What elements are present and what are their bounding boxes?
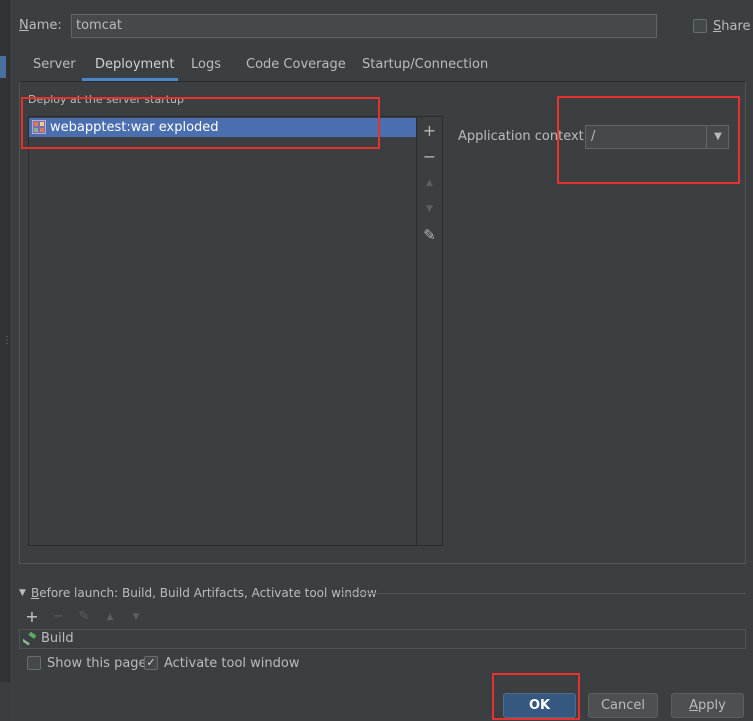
deploy-section-title: Deploy at the server startup [28,93,185,106]
tab-code-coverage[interactable]: Code Coverage [246,55,346,79]
cancel-button[interactable]: Cancel [588,693,658,718]
application-context-value: / [591,129,596,144]
task-up-icon[interactable]: ▲ [102,607,118,627]
before-launch-title[interactable]: Before launch: Build, Build Artifacts, A… [31,584,377,602]
activate-tool-window-label[interactable]: Activate tool window [164,655,299,673]
chevron-down-icon[interactable]: ▼ [707,126,729,148]
artifact-list[interactable] [28,116,417,546]
name-input-value: tomcat [76,18,122,33]
left-panel-footer [0,682,10,721]
before-launch-task-list[interactable]: Build [19,629,746,649]
add-artifact-icon[interactable]: + [417,120,442,144]
build-hammer-icon [23,632,37,646]
war-artifact-icon [32,120,46,134]
activate-tool-window-checkbox[interactable]: ✓ [144,656,158,670]
ok-button[interactable]: OK [503,693,576,718]
share-checkbox[interactable] [693,19,707,33]
name-label-text: ame: [28,18,62,33]
tab-startup-connection[interactable]: Startup/Connection [362,55,488,79]
edit-task-icon[interactable]: ✎ [76,607,92,627]
remove-artifact-icon[interactable]: − [417,146,442,170]
apply-mnemonic: A [689,698,699,713]
tab-server[interactable]: Server [33,55,76,79]
application-context-label: Application context: [458,129,589,144]
name-label: Name: [19,17,62,35]
add-task-icon[interactable]: + [24,607,40,627]
task-build-label: Build [41,631,74,646]
before-launch-separator [342,593,746,594]
show-page-label[interactable]: Show this page [47,655,147,673]
task-down-icon[interactable]: ▼ [128,607,144,627]
tab-logs[interactable]: Logs [191,55,221,79]
collapse-arrow-icon[interactable]: ▼ [19,587,26,599]
left-panel-selection-marker [0,56,6,78]
share-label[interactable]: Share [713,18,751,36]
left-panel-edge [0,0,10,721]
tab-deployment[interactable]: Deployment [95,55,175,79]
edit-artifact-icon[interactable]: ✎ [417,224,442,248]
move-up-icon[interactable]: ▲ [417,172,442,196]
apply-text: pply [698,698,726,713]
artifact-list-item[interactable]: webapptest:war exploded [29,118,416,137]
name-input[interactable]: tomcat [71,14,657,38]
application-context-combobox[interactable]: / ▼ [585,125,729,149]
remove-task-icon[interactable]: − [50,607,66,627]
apply-button[interactable]: Apply [671,693,744,718]
before-launch-mnemonic: B [31,586,40,600]
name-label-mnemonic: N [19,18,29,33]
artifact-toolbar: + − ▲ ▼ ✎ [417,116,443,546]
show-page-checkbox[interactable] [27,656,41,670]
move-down-icon[interactable]: ▼ [417,198,442,222]
splitter-grip-icon[interactable]: ⋮ [2,336,12,356]
before-launch-text: efore launch: Build, Build Artifacts, Ac… [39,586,377,600]
artifact-label: webapptest:war exploded [50,120,219,135]
share-label-text: hare [721,19,751,34]
